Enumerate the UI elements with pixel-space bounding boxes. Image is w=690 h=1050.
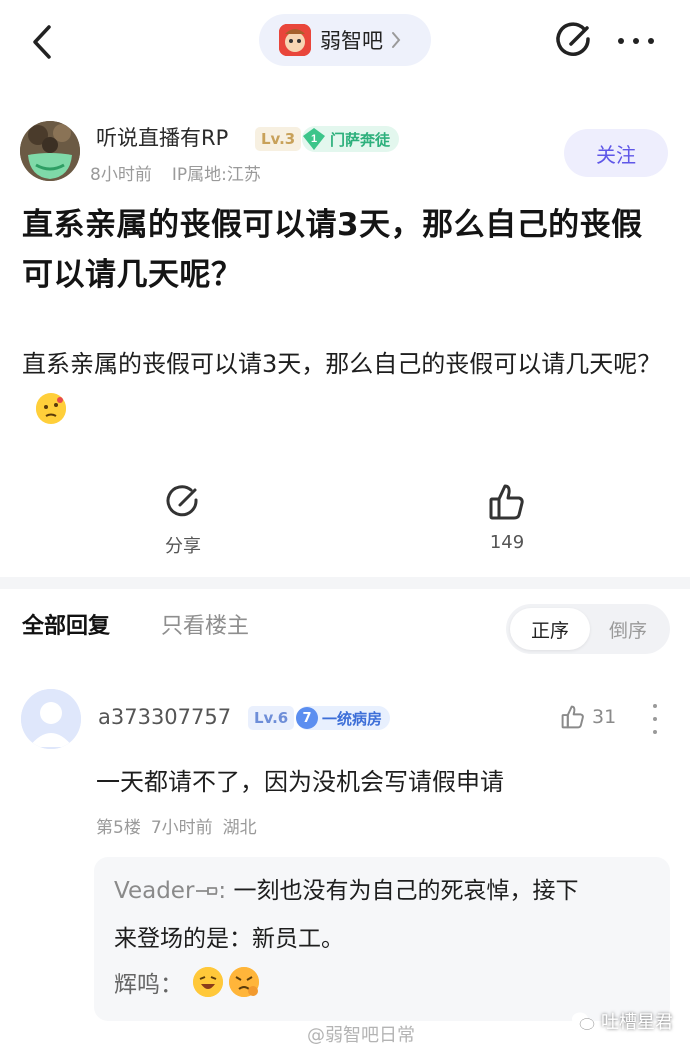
post-body-text: 直系亲属的丧假可以请3天，那么自己的丧假可以请几天呢？ — [22, 350, 662, 378]
reply-floor: 第5楼 — [96, 818, 141, 838]
edit-button[interactable] — [554, 21, 594, 61]
sub-reply-text-2: 来登场的是：新员工。 — [114, 926, 344, 952]
top-bar: 弱智吧 — [0, 0, 690, 82]
ip-location: IP属地:江苏 — [171, 165, 261, 185]
post-time: 8小时前 — [90, 165, 152, 185]
thinking-emoji-icon — [36, 393, 66, 424]
dot-icon — [648, 38, 654, 44]
share-button[interactable]: 分享 — [143, 482, 223, 558]
forum-link[interactable]: 弱智吧 — [259, 14, 431, 66]
pointing-hand-icon — [196, 887, 218, 895]
more-options-button[interactable] — [614, 21, 658, 61]
sub-reply-username-2[interactable]: 辉鸣： — [114, 965, 183, 999]
reply-like-button[interactable]: 31 — [560, 704, 616, 730]
like-count: 149 — [489, 532, 525, 553]
reply-like-count: 31 — [592, 706, 617, 728]
sub-reply-username[interactable]: Veader — [114, 878, 194, 904]
post-body: 直系亲属的丧假可以请3天，那么自己的丧假可以请几天呢？ — [22, 341, 672, 433]
watermark-center: @弱智吧日常 — [307, 1025, 415, 1046]
reply-text: 一天都请不了，因为没机会写请假申请 — [96, 768, 504, 796]
dot-icon — [653, 704, 657, 708]
sort-ascending-button[interactable]: 正序 — [510, 608, 590, 650]
sub-reply-colon: : — [218, 878, 227, 904]
sub-reply-box[interactable]: Veader: 一刻也没有为自己的死哀悼，接下 来登场的是：新员工。 辉鸣： — [94, 857, 670, 1021]
section-divider — [0, 577, 690, 589]
back-button[interactable] — [22, 22, 62, 62]
author-avatar[interactable] — [20, 121, 80, 181]
thumbs-up-icon — [489, 484, 524, 520]
like-button[interactable]: 149 — [467, 482, 547, 553]
level-badge: Lv.3 — [255, 127, 302, 151]
watermark-right: 吐槽星君 — [571, 1008, 673, 1034]
member-badge: 1 门萨奔徒 — [302, 126, 400, 152]
sub-reply-text-1: 一刻也没有为自己的死哀悼，接下 — [233, 878, 579, 904]
dot-icon — [653, 717, 657, 721]
reply-time: 7小时前 — [150, 818, 213, 838]
post-title: 直系亲属的丧假可以请3天，那么自己的丧假可以请几天呢？ — [22, 207, 643, 293]
reply-location: 湖北 — [222, 818, 257, 838]
reply-meta: 第5楼 7小时前 湖北 — [96, 813, 257, 838]
angry-emoji-icon — [229, 967, 259, 997]
chevron-left-icon — [33, 25, 51, 59]
group-title: 一统病房 — [322, 709, 383, 728]
chevron-right-icon — [392, 32, 401, 48]
follow-button[interactable]: 关注 — [564, 129, 668, 177]
author-name[interactable]: 听说直播有RP — [96, 122, 228, 152]
member-title: 门萨奔徒 — [330, 130, 391, 149]
forum-name: 弱智吧 — [320, 29, 383, 53]
diamond-icon: 1 — [302, 127, 326, 151]
watermark-right-text: 吐槽星君 — [601, 1012, 673, 1033]
wechat-icon — [572, 1012, 595, 1030]
dot-icon — [653, 730, 657, 734]
reply-avatar[interactable] — [21, 689, 81, 749]
author-meta: 8小时前 IP属地:江苏 — [90, 160, 261, 185]
thumbs-up-icon — [561, 705, 584, 729]
share-label: 分享 — [165, 536, 201, 557]
level-badge: Lv.6 — [248, 706, 295, 730]
member-rank: 1 — [311, 133, 317, 145]
reply-more-button[interactable] — [648, 704, 662, 734]
edit-icon — [556, 22, 590, 56]
laughing-emoji-icon — [193, 967, 223, 997]
reply-username[interactable]: a373307757 — [98, 705, 231, 729]
tab-all-replies[interactable]: 全部回复 — [22, 608, 110, 640]
group-badge: 7 一统病房 — [296, 706, 391, 730]
dot-icon — [633, 38, 639, 44]
sub-reply-line: 辉鸣： — [114, 965, 259, 999]
sort-descending-button[interactable]: 倒序 — [590, 608, 666, 650]
share-icon — [166, 485, 198, 517]
group-rank: 7 — [296, 707, 318, 729]
sort-toggle: 正序 倒序 — [506, 604, 670, 654]
sub-reply-line: Veader: 一刻也没有为自己的死哀悼，接下 — [114, 867, 654, 915]
tab-op-only[interactable]: 只看楼主 — [161, 608, 249, 640]
forum-logo-icon — [279, 24, 311, 56]
dot-icon — [618, 38, 624, 44]
